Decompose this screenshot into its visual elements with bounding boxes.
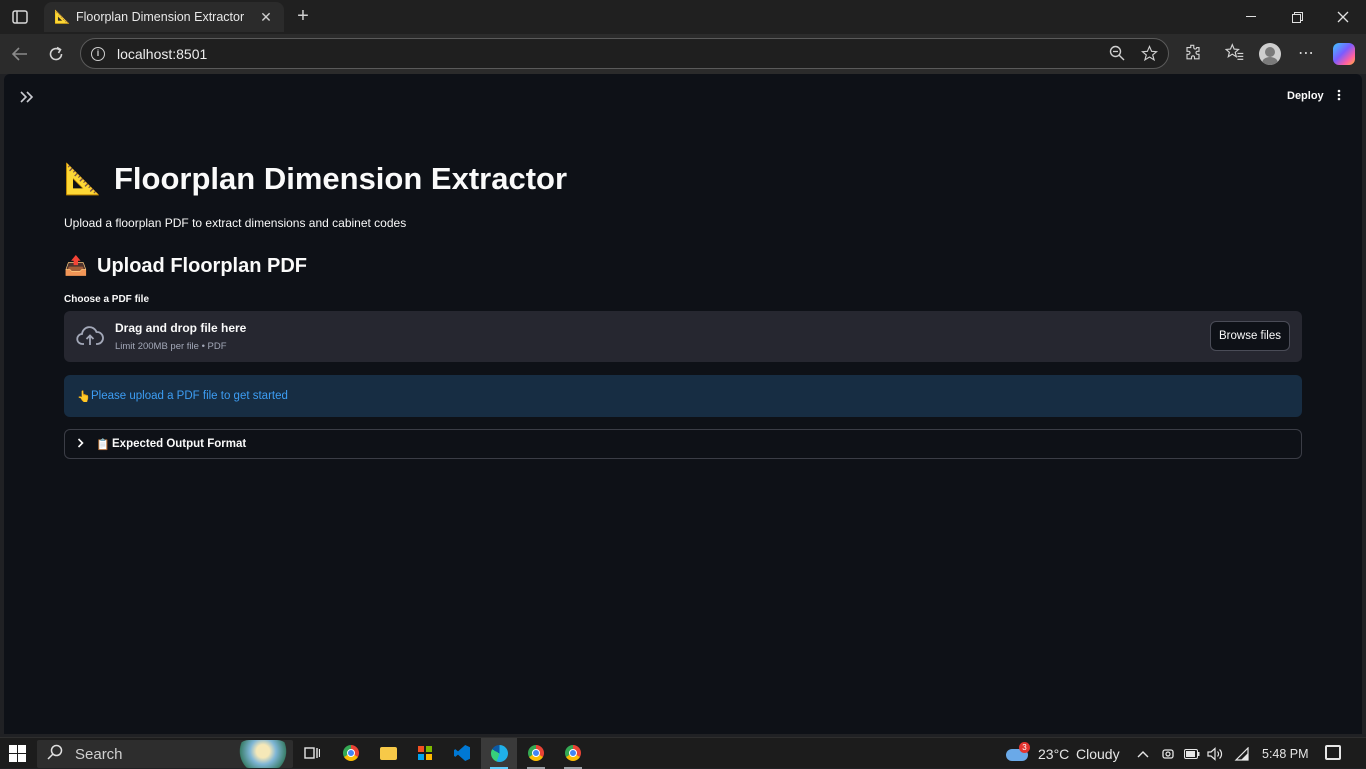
more-menu-icon[interactable]: ⋯ (1295, 43, 1317, 65)
edge-icon[interactable] (489, 743, 509, 763)
vscode-icon[interactable] (452, 743, 472, 763)
page-caption: Upload a floorplan PDF to extract dimens… (64, 216, 407, 230)
minimize-icon[interactable] (1228, 0, 1274, 34)
favorites-icon[interactable] (1223, 43, 1245, 65)
outbox-tray-icon: 📤 (64, 256, 88, 277)
drop-instruction: Drag and drop file here (115, 321, 247, 335)
tab-actions-icon[interactable] (8, 6, 32, 28)
file-limit-text: Limit 200MB per file • PDF (115, 341, 227, 352)
browser-tab-active[interactable]: 📐 Floorplan Dimension Extractor ✕ (44, 2, 284, 32)
address-bar[interactable]: i localhost:8501 (80, 38, 1169, 69)
search-icon (47, 744, 75, 764)
wifi-icon[interactable] (1233, 738, 1249, 769)
close-window-icon[interactable] (1320, 0, 1366, 34)
file-dropzone[interactable]: Drag and drop file here Limit 200MB per … (64, 311, 1302, 362)
reload-icon[interactable] (43, 42, 69, 66)
app-viewport: Deploy 📐 Floorplan Dimension Extractor U… (4, 74, 1362, 734)
battery-icon[interactable] (1184, 738, 1200, 769)
browser-tab-bar: 📐 Floorplan Dimension Extractor ✕ + (0, 0, 1366, 34)
tab-favicon-icon: 📐 (54, 9, 71, 24)
chrome-profile-3-icon[interactable] (563, 743, 583, 763)
taskbar-search[interactable]: Search (37, 740, 293, 768)
main-content: 📐 Floorplan Dimension Extractor Upload a… (64, 158, 1302, 459)
extensions-icon[interactable] (1182, 43, 1204, 65)
notification-center-icon[interactable] (1325, 745, 1341, 760)
chrome-profile-2-icon[interactable] (526, 743, 546, 763)
clipboard-icon: 📋 (96, 438, 110, 451)
chrome-icon[interactable] (341, 743, 361, 763)
copilot-icon[interactable] (1333, 43, 1355, 65)
profile-avatar[interactable] (1259, 43, 1281, 65)
url-text: localhost:8501 (117, 45, 208, 62)
weather-badge: 3 (1019, 742, 1030, 753)
volume-icon[interactable] (1207, 738, 1223, 769)
file-explorer-icon[interactable] (378, 743, 398, 763)
site-info-icon[interactable]: i (91, 46, 105, 61)
browser-toolbar: i localhost:8501 ⋯ (0, 34, 1366, 74)
sidebar-expand-icon[interactable] (20, 88, 40, 108)
weather-temp[interactable]: 23°C (1038, 738, 1069, 769)
page-title-text: Floorplan Dimension Extractor (114, 161, 568, 196)
windows-taskbar: Search 3 23°C Cloudy 5:48 PM (0, 737, 1366, 769)
restore-icon[interactable] (1274, 0, 1320, 34)
favorite-star-icon[interactable] (1140, 44, 1158, 63)
deploy-button[interactable]: Deploy (1287, 90, 1324, 102)
camera-icon[interactable] (1161, 738, 1175, 769)
windows-start-icon[interactable] (9, 745, 26, 762)
upload-heading-text: Upload Floorplan PDF (97, 254, 307, 277)
chevron-right-icon (77, 437, 96, 451)
search-placeholder: Search (75, 745, 123, 763)
clock-time[interactable]: 5:48 PM (1262, 738, 1309, 769)
tab-close-icon[interactable]: ✕ (258, 9, 274, 26)
expander-label: Expected Output Format (112, 438, 247, 450)
back-arrow-icon[interactable] (7, 42, 33, 66)
info-alert-text: Please upload a PDF file to get started (91, 390, 288, 402)
page-title: 📐 Floorplan Dimension Extractor (64, 158, 1302, 200)
search-highlight-image (235, 740, 291, 768)
main-menu-icon[interactable] (1334, 88, 1344, 104)
file-uploader-label: Choose a PDF file (64, 294, 150, 305)
chevron-up-icon[interactable] (1137, 738, 1149, 769)
info-alert: 👆 Please upload a PDF file to get starte… (64, 375, 1302, 417)
task-view-icon[interactable] (302, 743, 322, 763)
triangle-ruler-icon: 📐 (64, 162, 102, 196)
pointing-up-icon: 👆 (77, 390, 91, 403)
weather-condition[interactable]: Cloudy (1076, 738, 1120, 769)
cloud-upload-icon (76, 324, 104, 348)
tab-title: Floorplan Dimension Extractor (76, 10, 245, 24)
weather-cloud-icon[interactable]: 3 (1006, 742, 1030, 761)
upload-section-heading: 📤 Upload Floorplan PDF (64, 252, 1302, 280)
new-tab-icon[interactable]: + (292, 5, 314, 27)
zoom-icon[interactable] (1108, 45, 1126, 63)
expected-output-expander[interactable]: 📋 Expected Output Format (64, 429, 1302, 459)
microsoft-store-icon[interactable] (415, 743, 435, 763)
browse-files-button[interactable]: Browse files (1210, 321, 1290, 351)
